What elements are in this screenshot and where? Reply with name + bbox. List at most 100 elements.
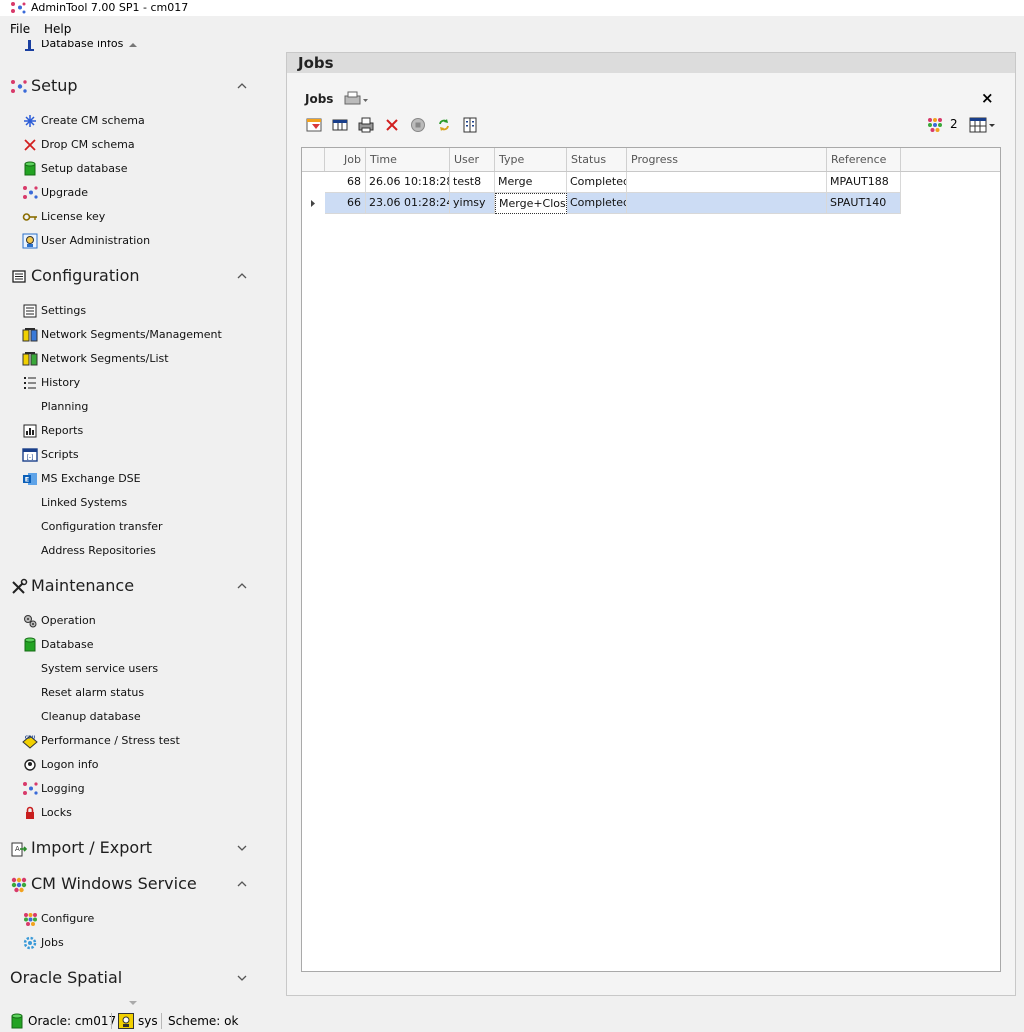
nav-item-configuration-transfer[interactable]: Configuration transfer: [0, 517, 262, 537]
import-export-icon: A: [11, 842, 28, 857]
nav-item-setup-database[interactable]: Setup database: [0, 159, 262, 179]
nav-item-history[interactable]: History: [0, 373, 262, 393]
print-icon[interactable]: [357, 116, 375, 134]
nav-item-planning[interactable]: Planning: [0, 397, 262, 417]
nav-item-label: Configure: [41, 912, 95, 925]
nav-item-label: Settings: [41, 304, 87, 317]
nav-item-label: Address Repositories: [41, 544, 156, 557]
nav-item-drop-cm-schema[interactable]: Drop CM schema: [0, 135, 262, 155]
nav-item-database[interactable]: Database: [0, 635, 262, 655]
group-header-configuration[interactable]: Configuration: [0, 263, 262, 291]
nav-item-label: Scripts: [41, 448, 79, 461]
filter-icon[interactable]: [305, 116, 323, 134]
cell-job: 68: [325, 172, 366, 193]
nav-item-label: History: [41, 376, 81, 389]
nav-item-upgrade[interactable]: Upgrade: [0, 183, 262, 203]
menu-file[interactable]: File: [10, 22, 30, 36]
scroll-up-arrow[interactable]: [129, 43, 137, 47]
group-header-maintenance[interactable]: Maintenance: [0, 573, 262, 601]
column-header-progress[interactable]: Progress: [627, 148, 827, 171]
jobs-gear-icon: [23, 936, 37, 950]
group-header-setup[interactable]: Setup: [0, 73, 262, 101]
app-logo-icon: [11, 2, 26, 14]
delete-icon[interactable]: [383, 116, 401, 134]
chevron-up-icon[interactable]: [236, 270, 248, 282]
delete-x-icon: [24, 139, 36, 151]
chevron-up-icon[interactable]: [236, 878, 248, 890]
history-list-icon: [24, 377, 36, 389]
user-admin-icon: [22, 233, 38, 249]
group-header-import-export[interactable]: A Import / Export: [0, 835, 262, 863]
table-row[interactable]: 68 26.06 10:18:28 test8 Merge Completed …: [302, 172, 1000, 193]
nav-item-network-segments-list[interactable]: Network Segments/List: [0, 349, 262, 369]
nav-item-system-service-users[interactable]: System service users: [0, 659, 262, 679]
nav-item-logging[interactable]: Logging: [0, 779, 262, 799]
nav-item-label: Configuration transfer: [41, 520, 163, 533]
nav-item-configure[interactable]: Configure: [0, 909, 262, 929]
chevron-up-icon[interactable]: [236, 580, 248, 592]
status-scheme: Scheme: ok: [168, 1014, 239, 1028]
column-header-user[interactable]: User: [450, 148, 495, 171]
cell-time: 26.06 10:18:28: [366, 172, 450, 193]
header-indicator: [302, 148, 325, 171]
svg-text:E: E: [25, 476, 29, 484]
jobs-subtitle: Jobs: [305, 92, 334, 106]
cell-type-focused[interactable]: Merge+Close: [495, 193, 567, 214]
nav-item-license-key[interactable]: License key: [0, 207, 262, 227]
nav-item-cleanup-database[interactable]: Cleanup database: [0, 707, 262, 727]
column-header-reference[interactable]: Reference: [827, 148, 901, 171]
nav-item-ms-exchange-dse[interactable]: E MS Exchange DSE: [0, 469, 262, 489]
lock-icon: [26, 806, 34, 819]
configuration-icon: [12, 270, 26, 283]
group-header-cm-windows-service[interactable]: CM Windows Service: [0, 871, 262, 899]
nav-item-performance-stress-test[interactable]: CPU Performance / Stress test: [0, 731, 262, 751]
print-dropdown-icon[interactable]: [343, 91, 369, 107]
chevron-up-icon[interactable]: [236, 80, 248, 92]
nav-item-label: Planning: [41, 400, 89, 413]
job-count: 2: [950, 117, 958, 131]
nav-item-label: Linked Systems: [41, 496, 128, 509]
cell-status: Completed: [567, 172, 627, 193]
column-header-type[interactable]: Type: [495, 148, 567, 171]
cell-time: 23.06 01:28:24: [366, 193, 450, 214]
nav-item-linked-systems[interactable]: Linked Systems: [0, 493, 262, 513]
column-header-job[interactable]: Job: [325, 148, 366, 171]
nav-item-label: Logging: [41, 782, 85, 795]
nav-item-reports[interactable]: Reports: [0, 421, 262, 441]
nav-item-logon-info[interactable]: Logon info: [0, 755, 262, 775]
column-header-status[interactable]: Status: [567, 148, 627, 171]
nav-item-create-cm-schema[interactable]: Create CM schema: [0, 111, 262, 131]
nav-item-operation[interactable]: Operation: [0, 611, 262, 631]
cell-user: yimsy: [450, 193, 495, 214]
menu-help[interactable]: Help: [44, 22, 71, 36]
chevron-down-icon[interactable]: [236, 842, 248, 854]
group-header-oracle-spatial[interactable]: Oracle Spatial: [0, 965, 262, 993]
tools-icon: [12, 578, 28, 594]
layout-dropdown-icon[interactable]: [969, 116, 997, 134]
cell-reference: SPAUT140: [827, 193, 901, 214]
scroll-down-arrow[interactable]: [129, 1001, 137, 1005]
stop-icon[interactable]: [409, 116, 427, 134]
setup-icon: [11, 80, 27, 93]
refresh-icon[interactable]: [435, 116, 453, 134]
user-icon: [118, 1013, 134, 1029]
details-icon[interactable]: [461, 116, 479, 134]
nav-item-scripts[interactable]: [-] Scripts: [0, 445, 262, 465]
table-row-selected[interactable]: 66 23.06 01:28:24 yimsy Merge+Close Comp…: [302, 193, 1000, 214]
chevron-down-icon[interactable]: [236, 972, 248, 984]
key-icon: [22, 213, 37, 221]
exchange-icon: E: [23, 473, 37, 485]
nav-item-user-administration[interactable]: User Administration: [0, 231, 262, 251]
nav-item-label: Performance / Stress test: [41, 734, 180, 747]
nav-item-network-segments-management[interactable]: Network Segments/Management: [0, 325, 262, 345]
nav-item-jobs[interactable]: Jobs: [0, 933, 262, 953]
nav-item-settings[interactable]: Settings: [0, 301, 262, 321]
nav-item-reset-alarm-status[interactable]: Reset alarm status: [0, 683, 262, 703]
nav-item-label: Locks: [41, 806, 72, 819]
nav-item-address-repositories[interactable]: Address Repositories: [0, 541, 262, 561]
column-header-time[interactable]: Time: [366, 148, 450, 171]
gears-icon: [24, 615, 37, 628]
nav-item-locks[interactable]: Locks: [0, 803, 262, 823]
close-panel-button[interactable]: ×: [981, 90, 994, 106]
columns-icon[interactable]: [331, 116, 349, 134]
